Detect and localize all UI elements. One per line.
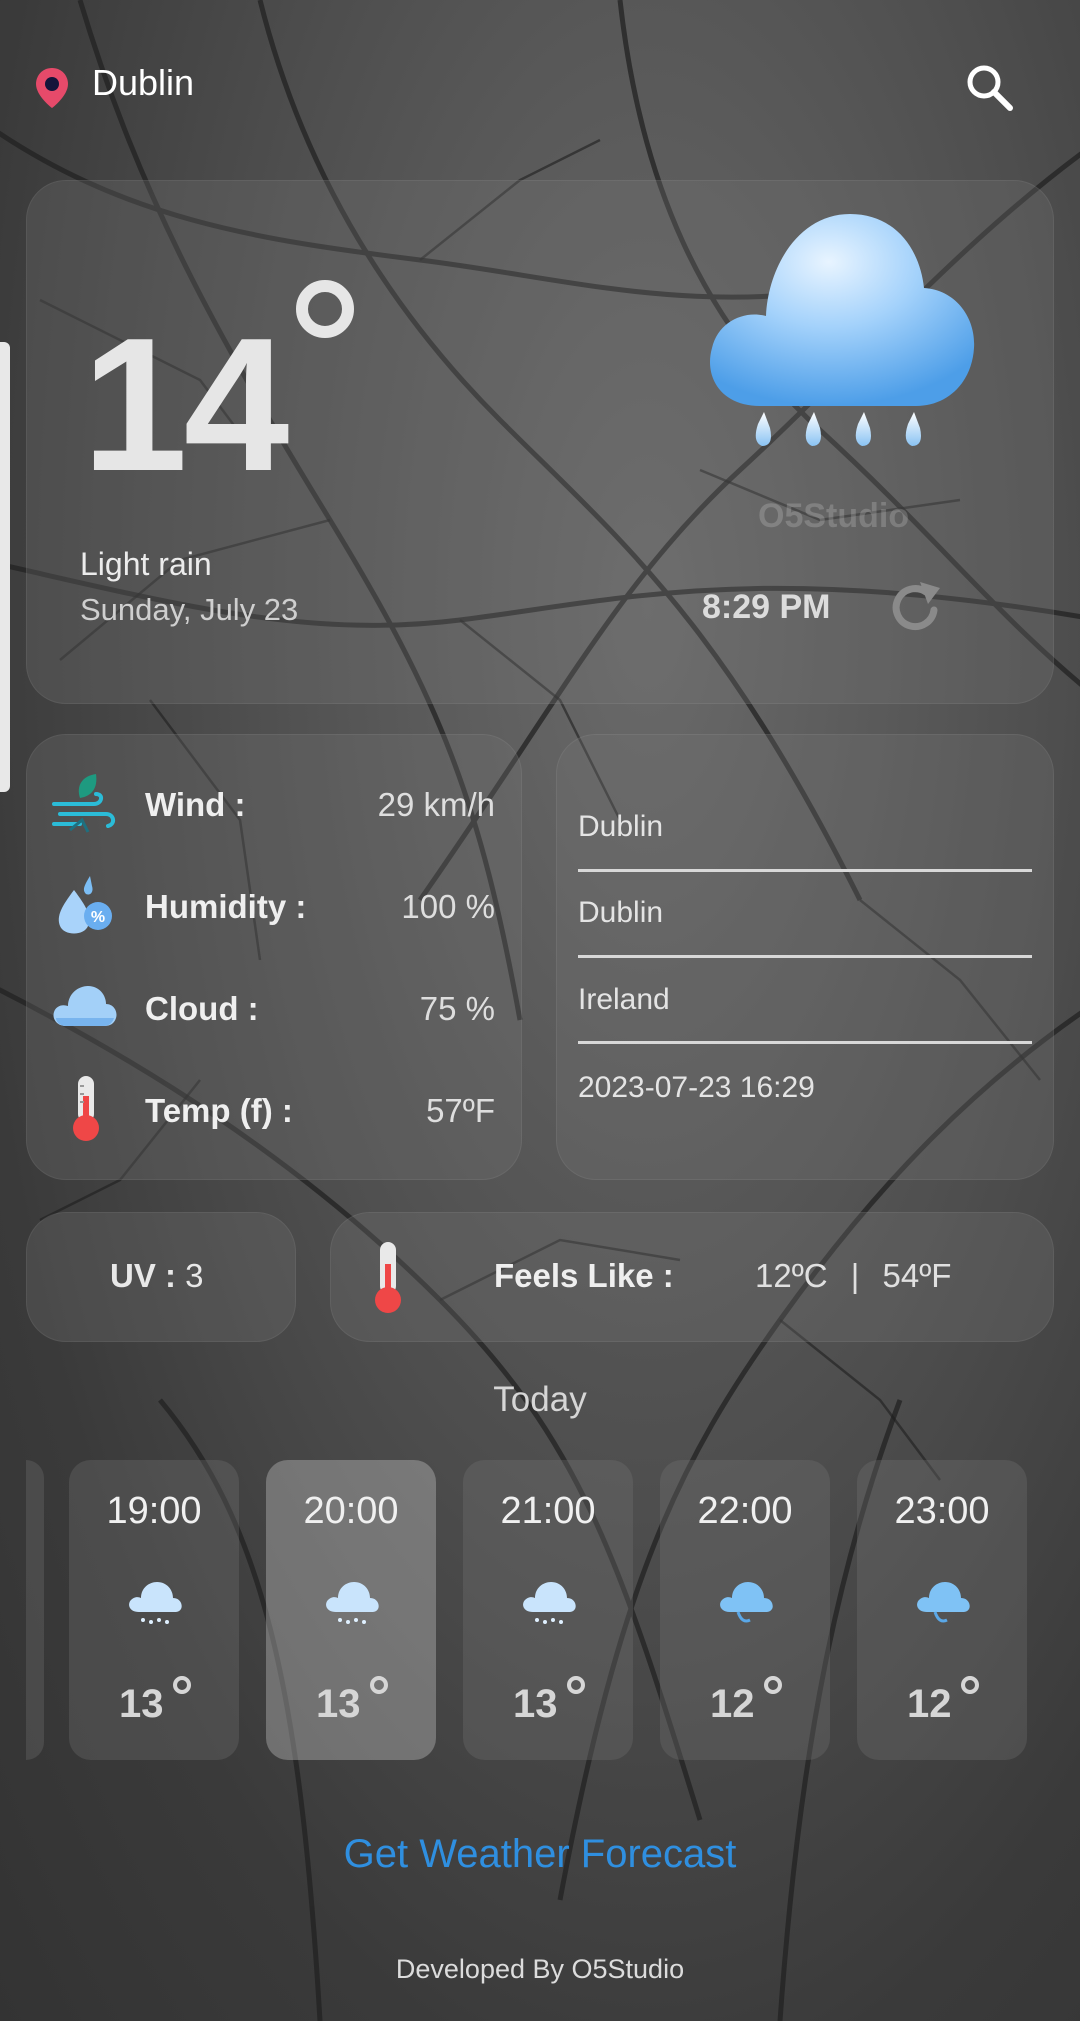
- hour-time: 23:00: [894, 1490, 990, 1532]
- hour-time: 22:00: [697, 1490, 793, 1532]
- wind-label: Wind :: [145, 786, 246, 823]
- svg-text:%: %: [91, 909, 105, 926]
- scroll-indicator[interactable]: [0, 342, 10, 792]
- current-time: 8:29 PM: [702, 588, 831, 626]
- current-date: Sunday, July 23: [80, 592, 299, 627]
- search-icon[interactable]: [962, 60, 1016, 114]
- drizzle-cloud-icon: [917, 1582, 970, 1623]
- footer-credit: Developed By O5Studio: [395, 1954, 685, 1984]
- feels-like-celsius: 12ºC: [755, 1257, 828, 1294]
- degree-symbol: [173, 1676, 191, 1694]
- hourly-card-selected[interactable]: 20:00 13: [266, 1460, 436, 1760]
- hour-time: 19:00: [106, 1490, 202, 1532]
- location-pin-icon: [36, 68, 68, 108]
- rain-cloud-icon: [326, 1582, 379, 1624]
- uv-value: 3: [185, 1257, 204, 1294]
- watermark-text: O5Studio: [758, 497, 910, 535]
- drizzle-cloud-icon: [720, 1582, 773, 1623]
- get-forecast-button[interactable]: Get Weather Forecast: [0, 1832, 1080, 1877]
- today-heading: Today: [493, 1380, 587, 1419]
- degree-symbol: [370, 1676, 388, 1694]
- rain-cloud-icon: [129, 1582, 182, 1624]
- temp-f-value: 57ºF: [426, 1092, 495, 1129]
- feels-like-fahrenheit: 54ºF: [882, 1257, 952, 1294]
- rain-cloud-icon: [523, 1582, 576, 1624]
- feels-like-value: 12ºC | 54ºF: [755, 1257, 951, 1295]
- feels-like-label: Feels Like :: [494, 1257, 674, 1294]
- humidity-value: 100 %: [401, 888, 495, 925]
- thermometer-icon: [73, 1076, 99, 1141]
- hourly-card[interactable]: 19:00 13: [69, 1460, 239, 1760]
- divider: [578, 1041, 1032, 1044]
- degree-symbol: [764, 1676, 782, 1694]
- refresh-icon[interactable]: [884, 576, 948, 640]
- location-region: Dublin: [578, 896, 664, 929]
- hourly-card[interactable]: 21:00 13: [463, 1460, 633, 1760]
- hour-temperature: 12: [710, 1682, 755, 1726]
- weather-condition: Light rain: [80, 546, 212, 582]
- humidity-icon: %: [58, 876, 112, 934]
- thermometer-icon: [375, 1242, 401, 1313]
- hour-temperature: 13: [316, 1682, 361, 1726]
- hour-time: 20:00: [303, 1490, 399, 1532]
- divider: [578, 955, 1032, 958]
- degree-symbol: [567, 1676, 585, 1694]
- cloud-label: Cloud :: [145, 990, 259, 1027]
- location-localtime: 2023-07-23 16:29: [578, 1071, 815, 1104]
- degree-symbol: [296, 280, 354, 338]
- rain-cloud-icon: [710, 214, 975, 446]
- hourly-card[interactable]: 22:00 12: [660, 1460, 830, 1760]
- temp-f-label: Temp (f) :: [145, 1092, 293, 1129]
- location-country: Ireland: [578, 983, 670, 1016]
- hour-temperature: 13: [513, 1682, 558, 1726]
- location-name: Dublin: [578, 810, 664, 843]
- degree-symbol: [961, 1676, 979, 1694]
- divider: [578, 869, 1032, 872]
- hour-temperature: 13: [119, 1682, 164, 1726]
- feels-like-separator: |: [850, 1257, 860, 1294]
- current-temperature: 14: [82, 299, 289, 511]
- hour-temperature: 12: [907, 1682, 952, 1726]
- uv-label: UV :: [110, 1257, 176, 1294]
- hour-time: 21:00: [500, 1490, 596, 1532]
- cloud-icon: [53, 986, 117, 1026]
- uv-index: UV : 3: [110, 1257, 204, 1295]
- hourly-card[interactable]: 23:00 12: [857, 1460, 1027, 1760]
- hourly-card-partial[interactable]: [26, 1460, 44, 1760]
- wind-icon: [52, 774, 115, 833]
- city-name: Dublin: [92, 62, 195, 103]
- cloud-value: 75 %: [419, 990, 495, 1027]
- wind-value: 29 km/h: [377, 786, 495, 823]
